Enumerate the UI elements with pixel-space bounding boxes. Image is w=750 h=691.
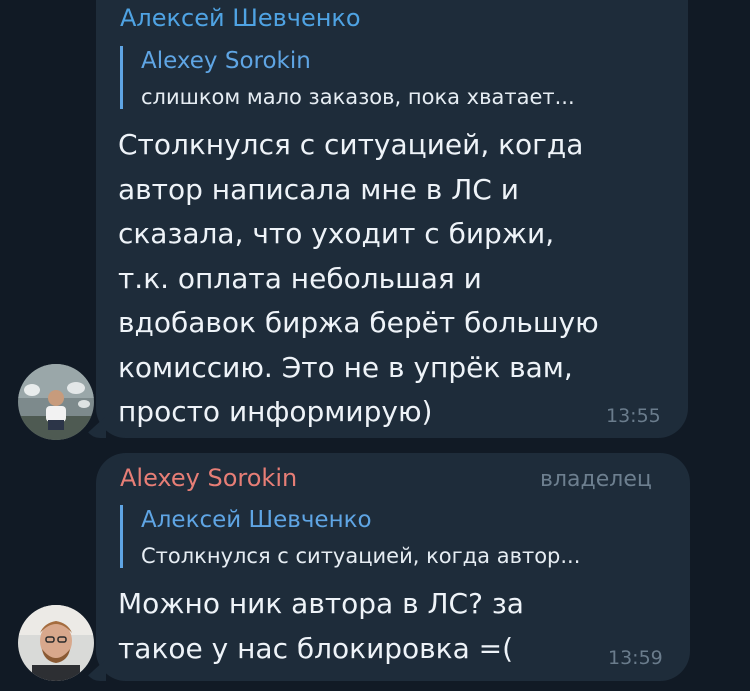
chat-area: Алексей Шевченко Alexey Sorokin слишком … (0, 0, 750, 691)
avatar-alexey[interactable] (18, 605, 94, 681)
sender-name[interactable]: Alexey Sorokin (120, 464, 297, 492)
avatar-aleksey[interactable] (18, 364, 94, 440)
reply-author: Алексей Шевченко (141, 507, 372, 533)
avatar-photo (18, 605, 94, 681)
avatar-photo (18, 364, 94, 440)
message-text: Столкнулся с ситуацией, когда автор напи… (118, 128, 599, 428)
role-badge: владелец (540, 467, 652, 492)
reply-snippet: слишком мало заказов, пока хватает... (141, 85, 575, 109)
message-bubble[interactable]: Alexey Sorokin владелец Алексей Шевченко… (82, 453, 690, 681)
message-text: Можно ник автора в ЛС? за такое у нас бл… (118, 587, 524, 665)
reply-preview[interactable]: Алексей Шевченко Столкнулся с ситуацией,… (120, 505, 580, 568)
reply-preview[interactable]: Alexey Sorokin слишком мало заказов, пок… (120, 46, 575, 109)
sender-name[interactable]: Алексей Шевченко (120, 4, 361, 32)
message-bubble[interactable]: Алексей Шевченко Alexey Sorokin слишком … (82, 0, 688, 438)
message-time: 13:55 (606, 405, 661, 427)
reply-author: Alexey Sorokin (141, 48, 311, 74)
reply-snippet: Столкнулся с ситуацией, когда автор... (141, 544, 581, 568)
message-time: 13:59 (608, 647, 663, 669)
